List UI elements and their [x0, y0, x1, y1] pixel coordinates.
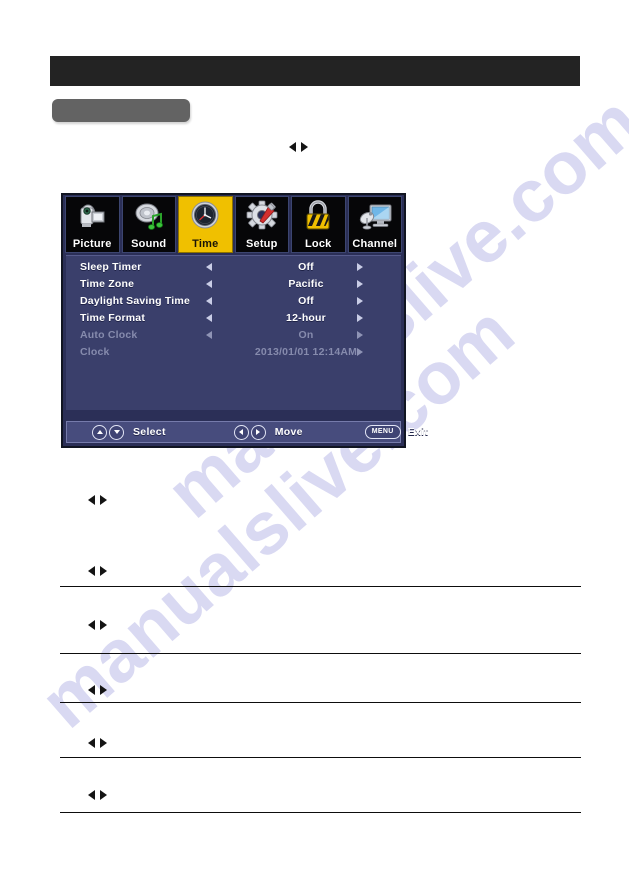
analog-clock-icon [191, 201, 219, 229]
left-arrow-icon [88, 566, 95, 576]
setting-row-time-zone[interactable]: Time Zone Pacific [66, 276, 401, 293]
right-arrow-icon [301, 142, 308, 152]
section-heading-chip [52, 99, 190, 122]
tab-label: Sound [131, 238, 167, 250]
left-arrow-icon [88, 620, 95, 630]
setting-row-sleep-timer[interactable]: Sleep Timer Off [66, 259, 401, 276]
body-arrow-pair-3 [88, 620, 107, 630]
setting-value: Off [298, 261, 314, 273]
decrement-arrow-icon[interactable] [206, 297, 212, 305]
tab-label: Picture [72, 238, 112, 250]
setting-value: 12-hour [286, 312, 326, 324]
setting-label: Daylight Saving Time [80, 295, 190, 307]
left-arrow-icon [88, 495, 95, 505]
right-arrow-icon [100, 495, 107, 505]
increment-arrow-icon [357, 348, 363, 356]
arrow-down-key-icon [109, 424, 124, 440]
tab-time[interactable]: Time [178, 196, 233, 253]
right-arrow-icon [100, 738, 107, 748]
setting-label: Clock [80, 346, 110, 358]
satellite-monitor-icon [359, 204, 392, 230]
left-arrow-icon [289, 142, 296, 152]
decrement-arrow-icon [206, 331, 212, 339]
hint-exit: MENU Exit [364, 425, 429, 439]
setting-value: Pacific [288, 278, 324, 290]
camcorder-icon [80, 204, 105, 227]
tab-sound[interactable]: Sound [121, 196, 176, 253]
body-arrow-pair-4 [88, 685, 107, 695]
tab-channel[interactable]: Channel [347, 196, 402, 253]
padlock-icon [306, 200, 330, 230]
increment-arrow-icon[interactable] [357, 263, 363, 271]
body-arrow-pair-6 [88, 790, 107, 800]
decrement-arrow-icon[interactable] [206, 314, 212, 322]
right-arrow-icon [100, 566, 107, 576]
arrow-left-key-icon [233, 424, 249, 440]
osd-menu-panel: Picture Sound Time Setup Lock Channel Sl… [61, 193, 428, 448]
body-arrow-pair-5 [88, 738, 107, 748]
right-arrow-icon [100, 685, 107, 695]
increment-arrow-icon[interactable] [357, 280, 363, 288]
setting-row-time-format[interactable]: Time Format 12-hour [66, 310, 401, 327]
setting-value: On [298, 329, 314, 341]
hint-label: Select [133, 426, 166, 438]
body-arrow-pair-1 [88, 495, 107, 505]
setting-label: Auto Clock [80, 329, 138, 341]
setting-row-auto-clock: Auto Clock On [66, 327, 401, 344]
tab-label: Channel [352, 238, 398, 250]
tab-setup[interactable]: Setup [234, 196, 289, 253]
tab-label: Setup [245, 238, 278, 250]
tab-label: Lock [305, 238, 332, 250]
tab-lock[interactable]: Lock [291, 196, 346, 253]
setting-value: 2013/01/01 12:14AM [254, 346, 358, 358]
hint-select: Select [92, 424, 166, 440]
osd-tab-strip: Picture Sound Time Setup Lock Channel [64, 196, 403, 253]
osd-hint-bar: Select Move MENU Exit [66, 421, 428, 443]
tab-label: Time [192, 238, 219, 250]
section-divider [60, 812, 581, 813]
section-divider [60, 702, 581, 703]
speaker-music-note-icon [135, 203, 163, 230]
left-arrow-icon [88, 790, 95, 800]
decrement-arrow-icon[interactable] [206, 263, 212, 271]
section-divider [60, 653, 581, 654]
setting-value: Off [298, 295, 314, 307]
hint-move: Move [233, 424, 303, 440]
setting-label: Time Format [80, 312, 146, 324]
increment-arrow-icon[interactable] [357, 314, 363, 322]
setting-row-clock: Clock 2013/01/01 12:14AM [66, 344, 401, 361]
right-arrow-icon [100, 790, 107, 800]
osd-setting-list: Sleep Timer Off Time Zone Pacific Daylig… [66, 255, 401, 410]
left-arrow-icon [88, 685, 95, 695]
arrow-right-key-icon [250, 424, 266, 440]
page-header-bar [50, 56, 580, 86]
decrement-arrow-icon[interactable] [206, 280, 212, 288]
nav-arrow-pair [289, 142, 308, 152]
arrow-up-key-icon [92, 424, 107, 440]
section-divider [60, 586, 581, 587]
hint-label: Exit [407, 426, 429, 438]
right-arrow-icon [100, 620, 107, 630]
increment-arrow-icon [357, 331, 363, 339]
body-arrow-pair-2 [88, 566, 107, 576]
menu-key-icon: MENU [364, 425, 401, 439]
tab-picture[interactable]: Picture [65, 196, 120, 253]
gear-screwdriver-icon [246, 200, 278, 230]
increment-arrow-icon[interactable] [357, 297, 363, 305]
left-arrow-icon [88, 738, 95, 748]
setting-label: Sleep Timer [80, 261, 142, 273]
setting-row-daylight-saving-time[interactable]: Daylight Saving Time Off [66, 293, 401, 310]
setting-label: Time Zone [80, 278, 135, 290]
hint-label: Move [274, 426, 303, 438]
section-divider [60, 757, 581, 758]
